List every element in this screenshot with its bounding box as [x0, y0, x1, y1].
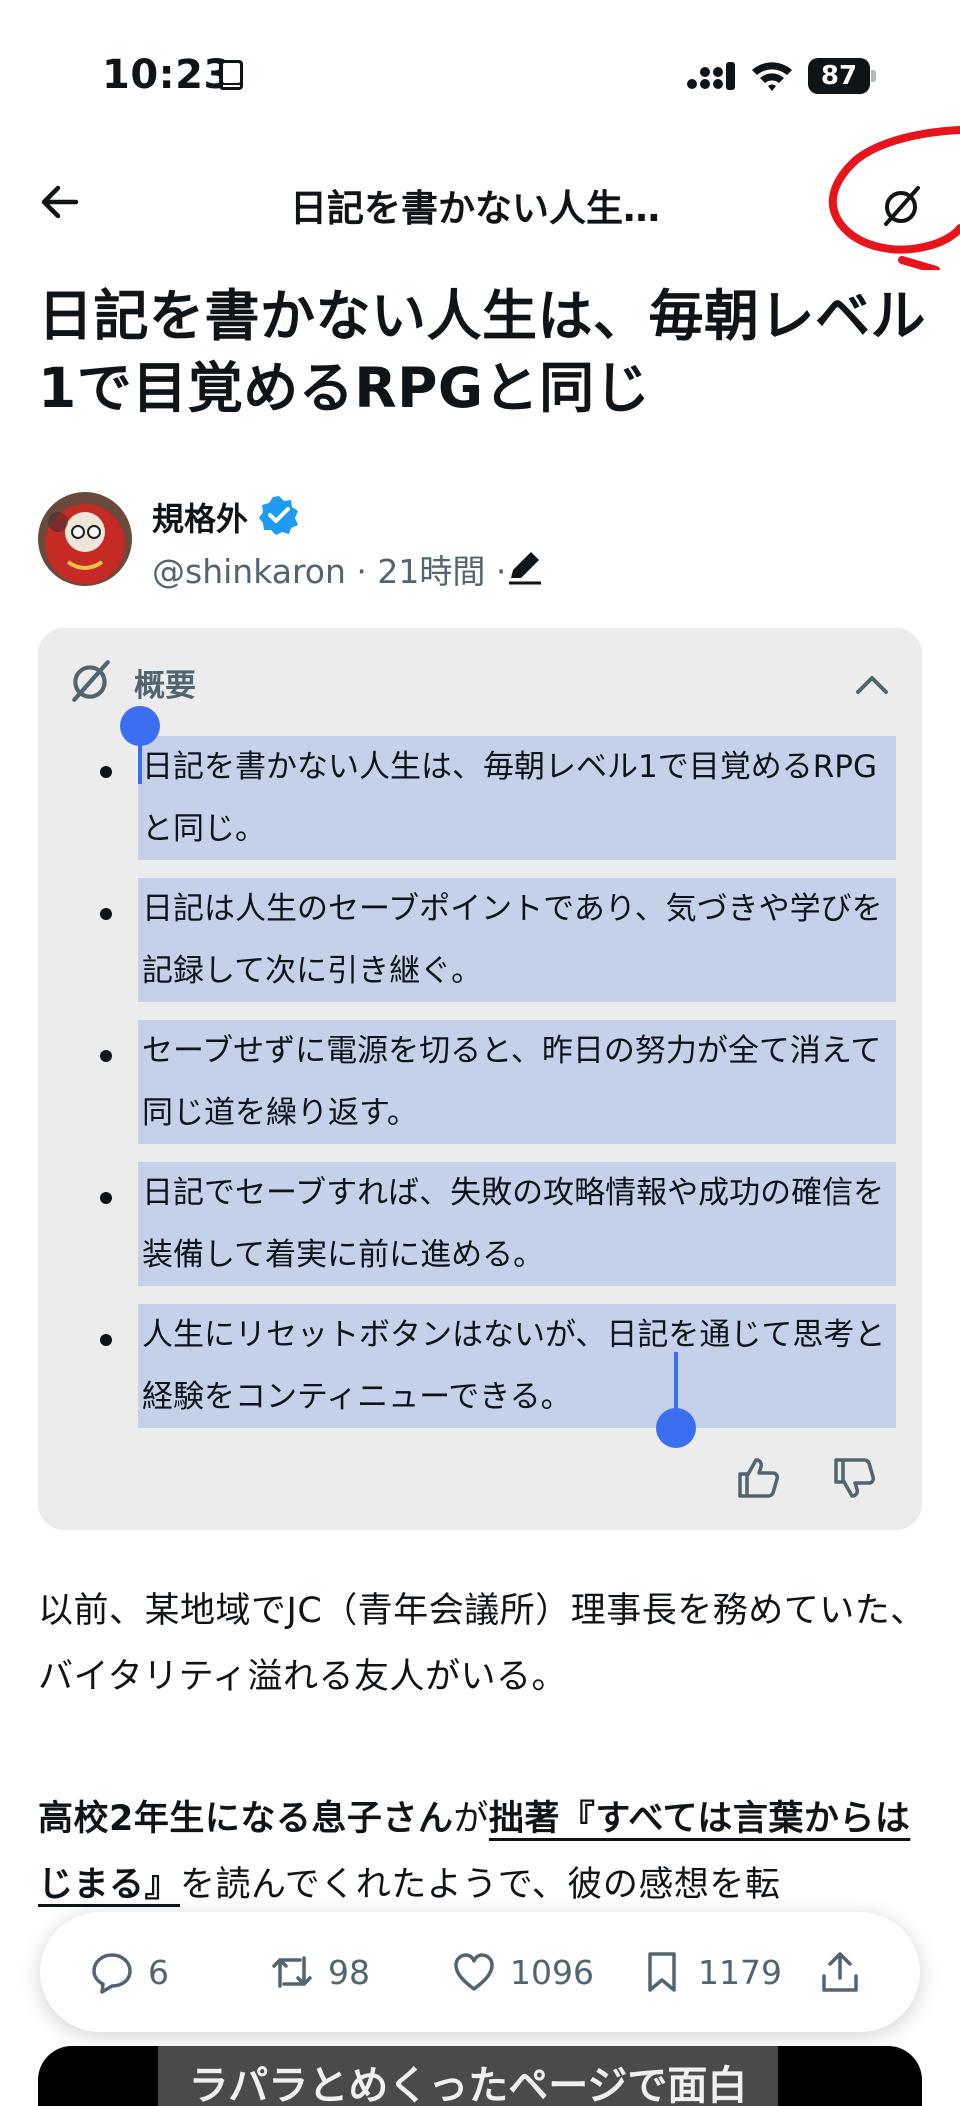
bullet [100, 908, 112, 920]
thumbs-up-icon[interactable] [734, 1454, 782, 1502]
bookmark-button[interactable]: 1179 [640, 1946, 782, 1998]
embedded-video[interactable]: ラパラとめくったページで面白 [38, 2046, 922, 2106]
retweet-button[interactable]: 98 [270, 1946, 370, 1998]
summary-item: セーブせずに電源を切ると、昨日の努力が全て消えて同じ道を繰り返す。 [38, 1020, 922, 1162]
book-icon [219, 60, 243, 90]
thumbs-down-icon[interactable] [830, 1454, 878, 1502]
reply-count: 6 [148, 1952, 169, 1992]
like-button[interactable]: 1096 [452, 1946, 594, 1998]
wifi-icon [752, 62, 792, 91]
selection-start-caret [138, 740, 142, 784]
like-count: 1096 [510, 1952, 594, 1992]
edit-icon [509, 552, 541, 585]
post-time: 21時間 [377, 552, 486, 591]
summary-item: 日記を書かない人生は、毎朝レベル1で目覚めるRPGと同じ。 [38, 736, 922, 878]
battery-cap [871, 70, 876, 82]
author-meta: @shinkaron · 21時間 · [152, 545, 506, 593]
heart-icon [454, 1953, 494, 1991]
bookmark-count: 1179 [698, 1952, 782, 1992]
status-bar: 10:23 87 [0, 0, 960, 150]
share-icon [822, 1952, 858, 1992]
author-avatar[interactable] [38, 492, 132, 586]
body-paragraph: 高校2年生になる息子さんが拙著『すべては言葉からはじまる』を読んでくれたようで、… [38, 1786, 928, 1918]
article-title: 日記を書かない人生は、毎朝レベル1で目覚めるRPGと同じ [38, 284, 927, 420]
engagement-bar: 6 98 1096 1179 [40, 1912, 920, 2032]
bold-text: 高校2年生になる息子さん [38, 1799, 454, 1839]
summary-title: 概要 [134, 668, 196, 704]
body-paragraph: 以前、某地域でJC（青年会議所）理事長を務めていた、バイタリティ溢れる友人がいる… [38, 1591, 926, 1697]
author-handle[interactable]: @shinkaron [152, 552, 346, 591]
bullet [100, 1334, 112, 1346]
arrow-left-icon [41, 185, 79, 219]
summary-item: 日記でセーブすれば、失敗の攻略情報や成功の確信を装備して着実に前に進める。 [38, 1162, 922, 1304]
status-time: 10:23 [102, 52, 232, 98]
bullet [100, 1050, 112, 1062]
reply-button[interactable]: 6 [90, 1946, 169, 1998]
grok-icon [884, 186, 920, 226]
author-name[interactable]: 規格外 [152, 494, 248, 540]
summary-card: 概要 日記を書かない人生は、毎朝レベル1で目覚めるRPGと同じ。 日記は人生のセ… [38, 628, 922, 1530]
summary-list: 日記を書かない人生は、毎朝レベル1で目覚めるRPGと同じ。 日記は人生のセーブポ… [38, 736, 922, 1446]
share-button[interactable] [818, 1946, 876, 1998]
battery-indicator: 87 [808, 58, 876, 94]
meta-separator: · [345, 552, 378, 591]
grok-icon [72, 660, 110, 702]
verified-badge-icon [259, 496, 298, 535]
grok-button[interactable] [872, 176, 932, 236]
top-bar: 日記を書かない人生… [0, 150, 960, 260]
bookmark-icon [648, 1952, 676, 1992]
bullet [100, 766, 112, 778]
chevron-up-icon[interactable] [850, 662, 894, 706]
connector-text: が [453, 1799, 489, 1839]
paragraph-text: を読んでくれたようで、彼の感想を転 [180, 1865, 781, 1905]
selection-end-handle[interactable] [656, 1408, 696, 1448]
header-title: 日記を書かない人生… [290, 187, 660, 230]
summary-item: 人生にリセットボタンはないが、日記を通じて思考と経験をコンティニューできる。 [38, 1304, 922, 1446]
summary-item-text[interactable]: 日記は人生のセーブポイントであり、気づきや学びを記録して次に引き継ぐ。 [138, 878, 896, 1002]
summary-item-text[interactable]: 人生にリセットボタンはないが、日記を通じて思考と経験をコンティニューできる。 [138, 1304, 896, 1428]
summary-item-text[interactable]: セーブせずに電源を切ると、昨日の努力が全て消えて同じ道を繰り返す。 [138, 1020, 896, 1144]
video-caption: ラパラとめくったページで面白 [158, 2046, 778, 2106]
back-button[interactable] [30, 172, 90, 232]
bullet [100, 1192, 112, 1204]
summary-item: 日記は人生のセーブポイントであり、気づきや学びを記録して次に引き継ぐ。 [38, 878, 922, 1020]
signal-icon [687, 62, 735, 90]
retweet-icon [272, 1956, 312, 1988]
daruma-avatar-image [38, 492, 132, 586]
reply-icon [92, 1953, 132, 1994]
summary-item-text[interactable]: 日記でセーブすれば、失敗の攻略情報や成功の確信を装備して着実に前に進める。 [138, 1162, 896, 1286]
retweet-count: 98 [328, 1952, 370, 1992]
battery-level: 87 [808, 58, 870, 94]
meta-separator: · [485, 552, 507, 591]
summary-item-text[interactable]: 日記を書かない人生は、毎朝レベル1で目覚めるRPGと同じ。 [138, 736, 896, 860]
